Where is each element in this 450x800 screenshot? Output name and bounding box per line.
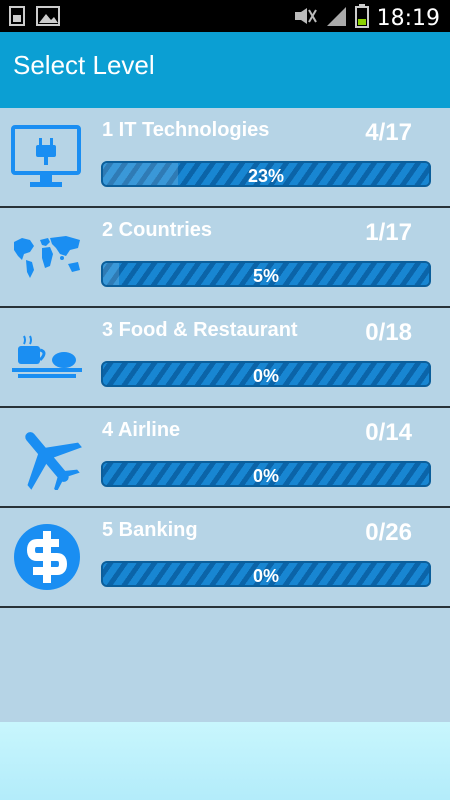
clock: 18:19 xyxy=(376,5,440,31)
level-count: 4/17 xyxy=(365,119,412,146)
level-row-it-technologies[interactable]: 1 IT Technologies 4/17 23% xyxy=(0,108,450,208)
level-title: 2 Countries xyxy=(102,219,213,241)
level-title: 4 Airline xyxy=(102,419,181,441)
level-row-airline[interactable]: 4 Airline 0/14 0% xyxy=(0,408,450,508)
level-progress-bar: 23% xyxy=(101,161,431,187)
level-title: 3 Food & Restaurant xyxy=(102,319,298,341)
level-row-food-restaurant[interactable]: 3 Food & Restaurant 0/18 0% xyxy=(0,308,450,408)
dollar-icon xyxy=(10,522,84,592)
food-tray-icon xyxy=(10,322,84,392)
bottom-area xyxy=(0,722,450,800)
level-count: 0/14 xyxy=(365,419,412,446)
level-count: 0/18 xyxy=(365,319,412,346)
level-row-banking[interactable]: 5 Banking 0/26 0% xyxy=(0,508,450,608)
airplane-icon xyxy=(10,422,84,492)
progress-text: 23% xyxy=(247,166,285,186)
level-row-countries[interactable]: 2 Countries 1/17 5% xyxy=(0,208,450,308)
level-title: 5 Banking xyxy=(102,519,198,541)
progress-text: 0% xyxy=(252,366,279,386)
image-icon xyxy=(36,6,60,31)
level-count: 1/17 xyxy=(365,219,412,246)
app-header: Select Level xyxy=(0,32,450,108)
level-title: 1 IT Technologies xyxy=(102,119,270,141)
page-title: Select Level xyxy=(13,50,155,80)
monitor-plug-icon xyxy=(10,122,84,192)
status-bar: 18:19 xyxy=(0,0,450,32)
sim-icon xyxy=(8,6,28,31)
level-progress-bar: 5% xyxy=(101,261,431,287)
mute-icon xyxy=(293,6,317,31)
level-list: 1 IT Technologies 4/17 23% 2 Countries 1… xyxy=(0,108,450,608)
progress-text: 0% xyxy=(252,566,279,586)
progress-text: 5% xyxy=(252,266,279,286)
world-map-icon xyxy=(10,222,84,292)
level-count: 0/26 xyxy=(365,519,412,546)
signal-icon xyxy=(325,5,347,32)
level-progress-bar: 0% xyxy=(101,361,431,387)
battery-icon xyxy=(354,4,369,33)
level-progress-bar: 0% xyxy=(101,461,431,487)
level-progress-bar: 0% xyxy=(101,561,431,587)
progress-text: 0% xyxy=(252,466,279,486)
